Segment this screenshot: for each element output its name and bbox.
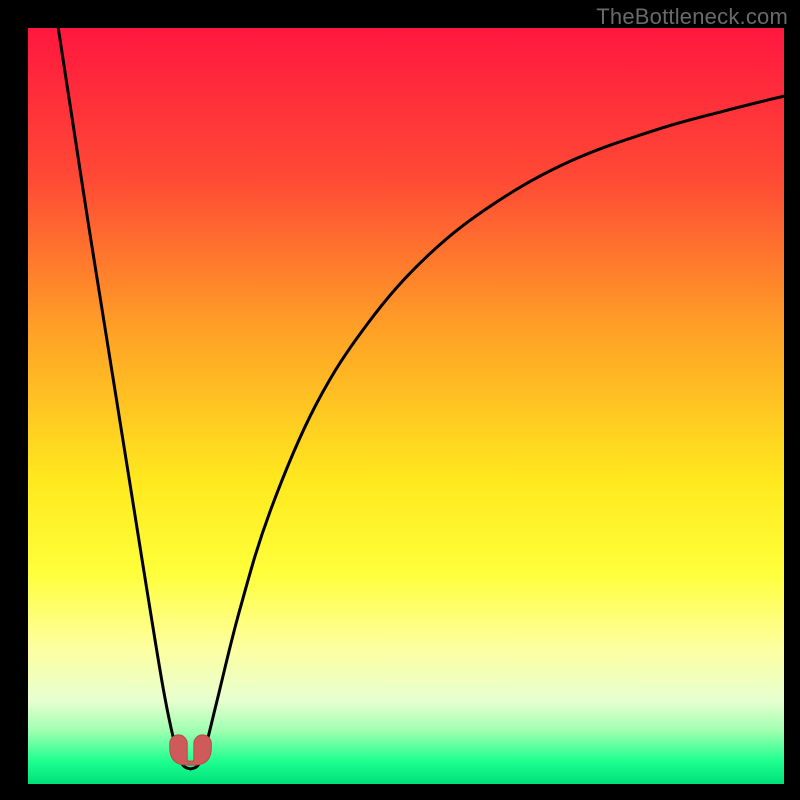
bottleneck-plot (28, 28, 784, 784)
chart-frame: TheBottleneck.com (0, 0, 800, 800)
gradient-background (28, 28, 784, 784)
watermark-text: TheBottleneck.com (596, 4, 788, 30)
